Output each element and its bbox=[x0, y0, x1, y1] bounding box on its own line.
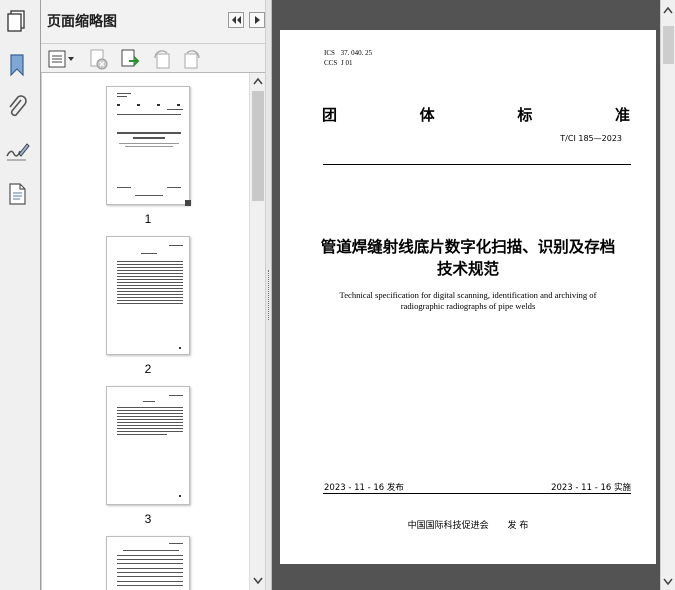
standard-type-char: 体 bbox=[419, 106, 435, 124]
classification-codes: ICS 37. 040. 25 CCS J 01 bbox=[324, 48, 372, 68]
layers-icon[interactable] bbox=[4, 181, 30, 207]
publish-date: 2023 - 11 - 16 发布 bbox=[324, 483, 404, 493]
rotate-cw-icon[interactable] bbox=[181, 48, 203, 70]
publisher-name: 中国国际科技促进会 bbox=[407, 521, 489, 531]
standard-type-char: 准 bbox=[614, 106, 630, 124]
doc-scroll-up-icon[interactable] bbox=[663, 6, 673, 14]
title-cn-line-2: 技术规范 bbox=[436, 260, 499, 278]
title-cn-line-1: 管道焊缝射线底片数字化扫描、识别及存档 bbox=[320, 238, 616, 256]
delete-page-icon[interactable] bbox=[87, 48, 109, 70]
expand-right-icon[interactable] bbox=[249, 12, 265, 28]
pages-icon[interactable] bbox=[4, 8, 30, 34]
navigation-strip bbox=[0, 0, 41, 590]
title-en-line-1: Technical specification for digital scan… bbox=[339, 290, 597, 300]
scrollbar-thumb[interactable] bbox=[252, 91, 264, 201]
implement-date: 2023 - 11 - 16 实施 bbox=[551, 483, 631, 493]
publisher-line: 中国国际科技促进会 发 布 bbox=[280, 518, 656, 531]
thumbnail-list[interactable]: 1 2 3 bbox=[41, 73, 249, 590]
thumbnail-page-number: 3 bbox=[144, 512, 152, 526]
panel-header: 页面缩略图 bbox=[41, 0, 270, 44]
panel-title: 页面缩略图 bbox=[47, 14, 117, 30]
header-rule bbox=[323, 164, 631, 165]
document-title-cn: 管道焊缝射线底片数字化扫描、识别及存档 技术规范 bbox=[280, 236, 656, 280]
ccs-value: J 01 bbox=[340, 59, 353, 67]
options-menu-icon[interactable] bbox=[47, 48, 75, 70]
standard-number: T/CI 185—2023 bbox=[560, 134, 622, 143]
ccs-label: CCS bbox=[324, 59, 338, 67]
scroll-down-icon[interactable] bbox=[253, 577, 263, 585]
thumbnail-toolbar bbox=[41, 44, 270, 73]
thumbnail-page-4[interactable] bbox=[106, 536, 190, 590]
attachment-icon[interactable] bbox=[4, 94, 30, 120]
rotate-ccw-icon[interactable] bbox=[151, 48, 173, 70]
thumbnail-page-3[interactable] bbox=[106, 386, 190, 505]
doc-scrollbar-thumb[interactable] bbox=[663, 26, 674, 64]
standard-type: 团 体 标 准 bbox=[322, 104, 630, 125]
thumbnail-scrollbar[interactable] bbox=[249, 73, 265, 590]
thumbnail-page-2[interactable] bbox=[106, 236, 190, 355]
ics-label: ICS bbox=[324, 49, 335, 57]
collapse-left-icon[interactable] bbox=[228, 12, 244, 28]
bookmark-icon[interactable] bbox=[4, 52, 30, 78]
doc-scroll-down-icon[interactable] bbox=[663, 578, 673, 586]
footer-rule bbox=[323, 493, 631, 494]
standard-type-char: 团 bbox=[322, 106, 338, 124]
document-page: ICS 37. 040. 25 CCS J 01 团 体 标 准 T/CI 18… bbox=[280, 30, 656, 564]
insert-page-icon[interactable] bbox=[119, 48, 141, 70]
thumbnail-page-number: 2 bbox=[144, 362, 152, 376]
document-view[interactable]: ICS 37. 040. 25 CCS J 01 团 体 标 准 T/CI 18… bbox=[272, 0, 660, 590]
thumbnail-page-1[interactable] bbox=[106, 86, 191, 206]
scroll-up-icon[interactable] bbox=[253, 77, 263, 85]
panel-splitter[interactable] bbox=[265, 0, 272, 590]
standard-type-char: 标 bbox=[517, 106, 533, 124]
signature-icon[interactable] bbox=[4, 138, 30, 164]
publisher-action: 发 布 bbox=[507, 521, 529, 531]
document-title-en: Technical specification for digital scan… bbox=[280, 290, 656, 312]
thumbnail-page-number: 1 bbox=[144, 212, 152, 226]
document-scrollbar[interactable] bbox=[660, 0, 675, 590]
ics-value: 37. 040. 25 bbox=[340, 49, 373, 57]
title-en-line-2: radiographic radiographs of pipe welds bbox=[400, 301, 536, 311]
splitter-grip[interactable] bbox=[268, 270, 270, 320]
